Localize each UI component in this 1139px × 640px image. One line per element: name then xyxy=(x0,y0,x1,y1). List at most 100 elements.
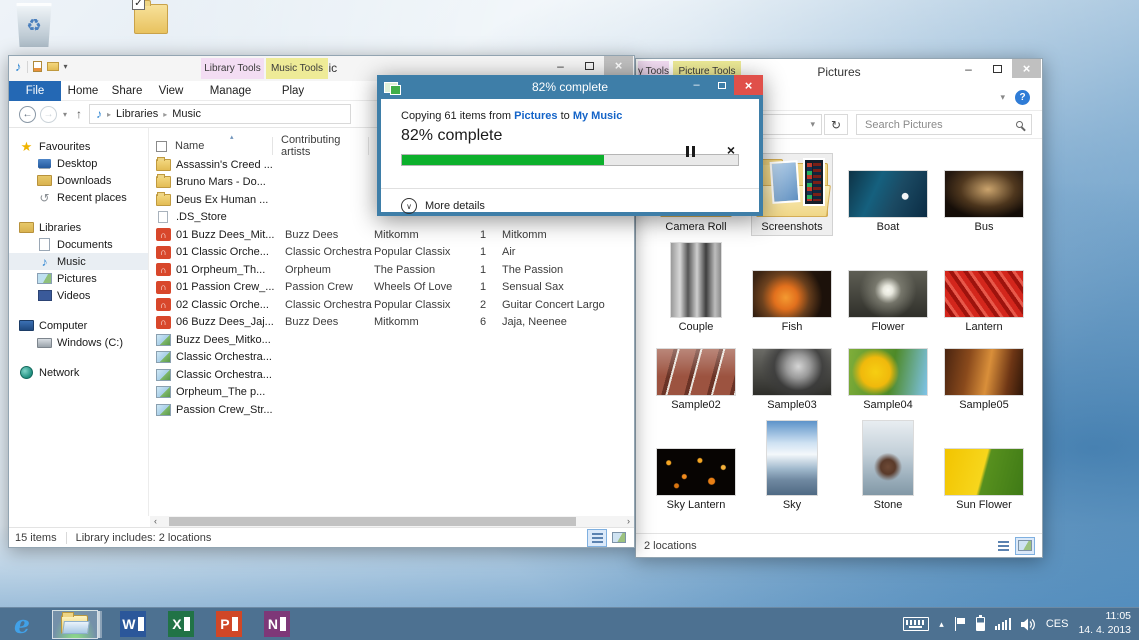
recycle-bin-icon[interactable]: ♻ xyxy=(14,3,54,47)
tool-tab-music-tools[interactable]: Music Tools xyxy=(266,58,328,79)
touch-keyboard-icon[interactable] xyxy=(903,617,929,631)
recent-locations-icon[interactable]: ▾ xyxy=(61,110,69,119)
details-view-button[interactable] xyxy=(994,538,1012,554)
pictures-item-sample04[interactable]: Sample04 xyxy=(845,346,931,413)
maximize-button[interactable] xyxy=(709,75,734,95)
select-all-checkbox[interactable] xyxy=(156,141,167,152)
pictures-item-fish[interactable]: Fish xyxy=(749,268,835,335)
pictures-item-sample05[interactable]: Sample05 xyxy=(941,346,1027,413)
tab-play[interactable]: Play xyxy=(262,81,324,101)
sidebar-item-pictures[interactable]: Pictures xyxy=(9,270,148,287)
refresh-button[interactable]: ↻ xyxy=(824,114,848,135)
sidebar-item-music[interactable]: ♪Music xyxy=(9,253,148,270)
qat-dropdown-icon[interactable]: ▾ xyxy=(64,62,68,71)
table-row[interactable]: Classic Orchestra... xyxy=(150,366,634,384)
tab-view[interactable]: View xyxy=(149,81,193,101)
breadcrumb-libraries[interactable]: Libraries xyxy=(116,108,158,120)
sidebar-item-documents[interactable]: Documents xyxy=(9,236,148,253)
more-details-toggle[interactable]: ∨ More details xyxy=(401,198,485,214)
pictures-item-couple[interactable]: Couple xyxy=(667,240,725,335)
pictures-item-sky-lantern[interactable]: Sky Lantern xyxy=(653,446,739,513)
pause-button[interactable] xyxy=(686,146,695,157)
table-row[interactable]: Classic Orchestra... xyxy=(150,349,634,367)
pictures-item-screenshots[interactable]: Screenshots xyxy=(752,154,832,235)
sidebar-item-desktop[interactable]: Desktop xyxy=(9,155,148,172)
clock[interactable]: 11:05 14. 4. 2013 xyxy=(1078,610,1131,637)
sidebar-item-favourites[interactable]: ★Favourites xyxy=(9,138,148,155)
back-button[interactable]: ← xyxy=(19,106,36,123)
taskbar-word[interactable]: W xyxy=(120,610,146,639)
search-input[interactable]: Search Pictures xyxy=(856,114,1032,135)
tool-tab-library-tools[interactable]: Library Tools xyxy=(201,58,264,79)
pictures-item-stone[interactable]: Stone xyxy=(859,418,917,513)
show-hidden-icons-icon[interactable]: ▴ xyxy=(939,619,944,630)
sidebar-item-libraries[interactable]: Libraries xyxy=(9,219,148,236)
close-button[interactable]: × xyxy=(604,56,633,75)
sidebar-item-computer[interactable]: Computer xyxy=(9,317,148,334)
pictures-item-lantern[interactable]: Lantern xyxy=(941,268,1027,335)
scroll-right-icon[interactable]: › xyxy=(623,516,634,527)
destination-link[interactable]: My Music xyxy=(573,110,623,122)
taskbar-file-explorer[interactable] xyxy=(52,610,98,639)
up-button[interactable]: ↑ xyxy=(73,107,85,121)
horizontal-scrollbar[interactable]: ‹ › xyxy=(150,516,634,527)
action-center-flag-icon[interactable] xyxy=(954,617,966,631)
maximize-button[interactable] xyxy=(983,59,1012,78)
chevron-down-icon[interactable]: ▾ xyxy=(1000,92,1005,103)
pictures-item-sun-flower[interactable]: Sun Flower xyxy=(941,446,1027,513)
breadcrumb-music[interactable]: Music xyxy=(172,108,201,120)
battery-icon[interactable] xyxy=(976,617,985,631)
tab-share[interactable]: Share xyxy=(105,81,149,101)
scrollbar-track[interactable] xyxy=(161,517,623,526)
sidebar-item-windows-c[interactable]: Windows (C:) xyxy=(9,334,148,351)
close-button[interactable]: × xyxy=(734,75,763,95)
properties-icon[interactable] xyxy=(33,61,42,72)
table-row[interactable]: ∩01 Buzz Dees_Mit...Buzz DeesMitkomm1Mit… xyxy=(150,226,634,244)
language-indicator[interactable]: CES xyxy=(1046,618,1069,630)
tab-home[interactable]: Home xyxy=(61,81,105,101)
cancel-button[interactable]: × xyxy=(727,142,735,158)
taskbar-excel[interactable]: X xyxy=(168,610,194,639)
column-name[interactable]: Name xyxy=(175,137,273,155)
table-row[interactable]: ∩01 Orpheum_Th...OrpheumThe Passion1The … xyxy=(150,261,634,279)
pictures-item-flower[interactable]: Flower xyxy=(845,268,931,335)
taskbar-powerpoint[interactable]: P xyxy=(216,610,242,639)
scroll-left-icon[interactable]: ‹ xyxy=(150,516,161,527)
minimize-button[interactable]: – xyxy=(546,56,575,75)
pictures-item-sample03[interactable]: Sample03 xyxy=(749,346,835,413)
pictures-item-bus[interactable]: Bus xyxy=(941,168,1027,235)
table-row[interactable]: ∩02 Classic Orche...Classic OrchestraPop… xyxy=(150,296,634,314)
new-folder-icon[interactable] xyxy=(47,62,59,71)
taskbar-internet-explorer[interactable]: e xyxy=(14,610,30,639)
table-row[interactable]: Buzz Dees_Mitko... xyxy=(150,331,634,349)
table-row[interactable]: Passion Crew_Str... xyxy=(150,401,634,419)
pictures-item-sample02[interactable]: Sample02 xyxy=(653,346,739,413)
desktop-folder-icon[interactable]: ✓ xyxy=(134,4,168,34)
column-contributing-artists[interactable]: Contributing artists xyxy=(273,137,369,155)
table-row[interactable]: Orpheum_The p... xyxy=(150,384,634,402)
network-signal-icon[interactable] xyxy=(995,618,1011,630)
taskbar-onenote[interactable]: N xyxy=(264,610,290,639)
pictures-item-boat[interactable]: Boat xyxy=(845,168,931,235)
forward-button[interactable]: → xyxy=(40,106,57,123)
close-button[interactable]: × xyxy=(1012,59,1041,78)
minimize-button[interactable]: – xyxy=(954,59,983,78)
scrollbar-thumb[interactable] xyxy=(169,517,576,526)
sidebar-item-videos[interactable]: Videos xyxy=(9,287,148,304)
source-link[interactable]: Pictures xyxy=(514,110,557,122)
maximize-button[interactable] xyxy=(575,56,604,75)
sidebar-item-recent-places[interactable]: ↺Recent places xyxy=(9,189,148,206)
table-row[interactable]: ∩06 Buzz Dees_Jaj...Buzz DeesMitkomm6Jaj… xyxy=(150,314,634,332)
sidebar-item-network[interactable]: Network xyxy=(9,364,148,381)
sidebar-item-downloads[interactable]: Downloads xyxy=(9,172,148,189)
tab-manage[interactable]: Manage xyxy=(199,81,262,101)
pictures-item-sky[interactable]: Sky xyxy=(763,418,821,513)
minimize-button[interactable]: – xyxy=(684,75,709,95)
thumbnail-view-button[interactable] xyxy=(610,530,628,546)
chevron-down-icon[interactable]: ▾ xyxy=(810,119,815,130)
address-bar[interactable]: ♪ ▸ Libraries ▸ Music xyxy=(89,104,351,124)
table-row[interactable]: ∩01 Classic Orche...Classic OrchestraPop… xyxy=(150,244,634,262)
help-icon[interactable]: ? xyxy=(1015,90,1030,105)
thumbnail-view-button[interactable] xyxy=(1016,538,1034,554)
table-row[interactable]: ∩01 Passion Crew_...Passion CrewWheels O… xyxy=(150,279,634,297)
